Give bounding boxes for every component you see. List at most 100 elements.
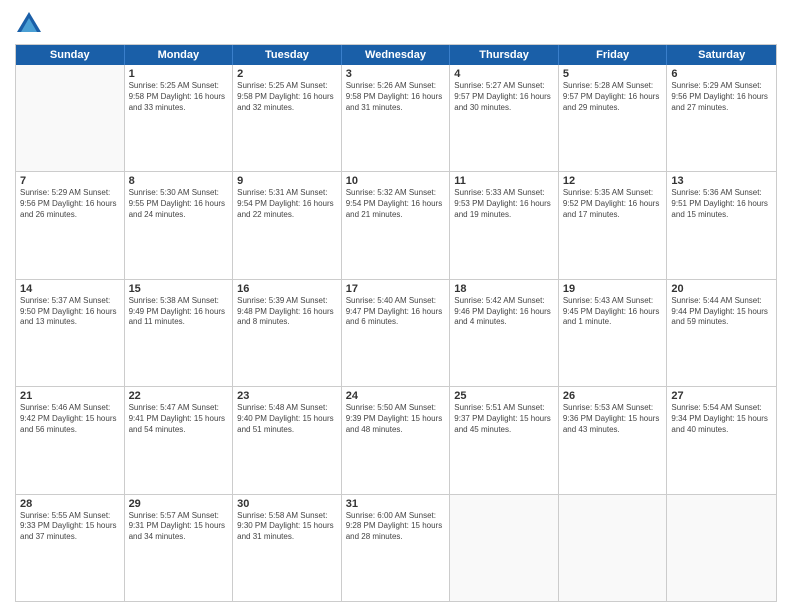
calendar-cell: 16Sunrise: 5:39 AM Sunset: 9:48 PM Dayli… [233,280,342,386]
calendar-header-day: Wednesday [342,45,451,65]
day-number: 14 [20,283,120,295]
cell-info: Sunrise: 5:37 AM Sunset: 9:50 PM Dayligh… [20,296,120,328]
calendar-cell: 2Sunrise: 5:25 AM Sunset: 9:58 PM Daylig… [233,65,342,171]
calendar-cell: 12Sunrise: 5:35 AM Sunset: 9:52 PM Dayli… [559,172,668,278]
cell-info: Sunrise: 5:35 AM Sunset: 9:52 PM Dayligh… [563,188,663,220]
calendar-cell: 15Sunrise: 5:38 AM Sunset: 9:49 PM Dayli… [125,280,234,386]
calendar-cell: 10Sunrise: 5:32 AM Sunset: 9:54 PM Dayli… [342,172,451,278]
day-number: 11 [454,175,554,187]
day-number: 22 [129,390,229,402]
calendar: SundayMondayTuesdayWednesdayThursdayFrid… [15,44,777,602]
header [15,10,777,38]
calendar-cell [450,495,559,601]
cell-info: Sunrise: 5:50 AM Sunset: 9:39 PM Dayligh… [346,403,446,435]
calendar-cell: 28Sunrise: 5:55 AM Sunset: 9:33 PM Dayli… [16,495,125,601]
calendar-cell: 25Sunrise: 5:51 AM Sunset: 9:37 PM Dayli… [450,387,559,493]
calendar-cell: 7Sunrise: 5:29 AM Sunset: 9:56 PM Daylig… [16,172,125,278]
calendar-cell: 9Sunrise: 5:31 AM Sunset: 9:54 PM Daylig… [233,172,342,278]
cell-info: Sunrise: 5:29 AM Sunset: 9:56 PM Dayligh… [20,188,120,220]
cell-info: Sunrise: 5:48 AM Sunset: 9:40 PM Dayligh… [237,403,337,435]
calendar-row: 1Sunrise: 5:25 AM Sunset: 9:58 PM Daylig… [16,65,776,171]
calendar-header-day: Sunday [16,45,125,65]
day-number: 26 [563,390,663,402]
calendar-cell: 6Sunrise: 5:29 AM Sunset: 9:56 PM Daylig… [667,65,776,171]
day-number: 15 [129,283,229,295]
cell-info: Sunrise: 5:58 AM Sunset: 9:30 PM Dayligh… [237,511,337,543]
day-number: 25 [454,390,554,402]
day-number: 8 [129,175,229,187]
day-number: 1 [129,68,229,80]
day-number: 24 [346,390,446,402]
day-number: 17 [346,283,446,295]
day-number: 28 [20,498,120,510]
cell-info: Sunrise: 5:40 AM Sunset: 9:47 PM Dayligh… [346,296,446,328]
calendar-cell: 14Sunrise: 5:37 AM Sunset: 9:50 PM Dayli… [16,280,125,386]
calendar-header-day: Thursday [450,45,559,65]
calendar-row: 28Sunrise: 5:55 AM Sunset: 9:33 PM Dayli… [16,494,776,601]
calendar-cell [16,65,125,171]
calendar-body: 1Sunrise: 5:25 AM Sunset: 9:58 PM Daylig… [16,65,776,601]
day-number: 3 [346,68,446,80]
cell-info: Sunrise: 5:30 AM Sunset: 9:55 PM Dayligh… [129,188,229,220]
cell-info: Sunrise: 5:26 AM Sunset: 9:58 PM Dayligh… [346,81,446,113]
calendar-header-day: Tuesday [233,45,342,65]
day-number: 4 [454,68,554,80]
day-number: 27 [671,390,772,402]
day-number: 20 [671,283,772,295]
calendar-cell: 17Sunrise: 5:40 AM Sunset: 9:47 PM Dayli… [342,280,451,386]
calendar-cell: 27Sunrise: 5:54 AM Sunset: 9:34 PM Dayli… [667,387,776,493]
calendar-cell: 29Sunrise: 5:57 AM Sunset: 9:31 PM Dayli… [125,495,234,601]
day-number: 30 [237,498,337,510]
calendar-cell: 4Sunrise: 5:27 AM Sunset: 9:57 PM Daylig… [450,65,559,171]
calendar-cell [559,495,668,601]
day-number: 19 [563,283,663,295]
cell-info: Sunrise: 5:42 AM Sunset: 9:46 PM Dayligh… [454,296,554,328]
logo-icon [15,10,43,38]
cell-info: Sunrise: 5:39 AM Sunset: 9:48 PM Dayligh… [237,296,337,328]
day-number: 29 [129,498,229,510]
cell-info: Sunrise: 5:44 AM Sunset: 9:44 PM Dayligh… [671,296,772,328]
cell-info: Sunrise: 5:25 AM Sunset: 9:58 PM Dayligh… [237,81,337,113]
calendar-row: 7Sunrise: 5:29 AM Sunset: 9:56 PM Daylig… [16,171,776,278]
cell-info: Sunrise: 5:27 AM Sunset: 9:57 PM Dayligh… [454,81,554,113]
day-number: 16 [237,283,337,295]
calendar-cell: 5Sunrise: 5:28 AM Sunset: 9:57 PM Daylig… [559,65,668,171]
calendar-cell: 11Sunrise: 5:33 AM Sunset: 9:53 PM Dayli… [450,172,559,278]
day-number: 13 [671,175,772,187]
day-number: 10 [346,175,446,187]
day-number: 31 [346,498,446,510]
cell-info: Sunrise: 5:54 AM Sunset: 9:34 PM Dayligh… [671,403,772,435]
calendar-row: 21Sunrise: 5:46 AM Sunset: 9:42 PM Dayli… [16,386,776,493]
cell-info: Sunrise: 5:25 AM Sunset: 9:58 PM Dayligh… [129,81,229,113]
cell-info: Sunrise: 5:47 AM Sunset: 9:41 PM Dayligh… [129,403,229,435]
calendar-header-day: Saturday [667,45,776,65]
calendar-cell: 23Sunrise: 5:48 AM Sunset: 9:40 PM Dayli… [233,387,342,493]
calendar-cell: 20Sunrise: 5:44 AM Sunset: 9:44 PM Dayli… [667,280,776,386]
cell-info: Sunrise: 5:31 AM Sunset: 9:54 PM Dayligh… [237,188,337,220]
day-number: 12 [563,175,663,187]
calendar-cell: 31Sunrise: 6:00 AM Sunset: 9:28 PM Dayli… [342,495,451,601]
logo [15,10,47,38]
calendar-cell: 8Sunrise: 5:30 AM Sunset: 9:55 PM Daylig… [125,172,234,278]
cell-info: Sunrise: 5:28 AM Sunset: 9:57 PM Dayligh… [563,81,663,113]
day-number: 6 [671,68,772,80]
calendar-header-day: Monday [125,45,234,65]
calendar-cell: 30Sunrise: 5:58 AM Sunset: 9:30 PM Dayli… [233,495,342,601]
calendar-cell: 26Sunrise: 5:53 AM Sunset: 9:36 PM Dayli… [559,387,668,493]
day-number: 2 [237,68,337,80]
day-number: 5 [563,68,663,80]
calendar-cell: 21Sunrise: 5:46 AM Sunset: 9:42 PM Dayli… [16,387,125,493]
cell-info: Sunrise: 6:00 AM Sunset: 9:28 PM Dayligh… [346,511,446,543]
calendar-header: SundayMondayTuesdayWednesdayThursdayFrid… [16,45,776,65]
day-number: 18 [454,283,554,295]
cell-info: Sunrise: 5:57 AM Sunset: 9:31 PM Dayligh… [129,511,229,543]
calendar-cell: 22Sunrise: 5:47 AM Sunset: 9:41 PM Dayli… [125,387,234,493]
calendar-cell: 18Sunrise: 5:42 AM Sunset: 9:46 PM Dayli… [450,280,559,386]
cell-info: Sunrise: 5:32 AM Sunset: 9:54 PM Dayligh… [346,188,446,220]
day-number: 7 [20,175,120,187]
cell-info: Sunrise: 5:55 AM Sunset: 9:33 PM Dayligh… [20,511,120,543]
page: SundayMondayTuesdayWednesdayThursdayFrid… [0,0,792,612]
day-number: 21 [20,390,120,402]
calendar-cell: 19Sunrise: 5:43 AM Sunset: 9:45 PM Dayli… [559,280,668,386]
cell-info: Sunrise: 5:38 AM Sunset: 9:49 PM Dayligh… [129,296,229,328]
